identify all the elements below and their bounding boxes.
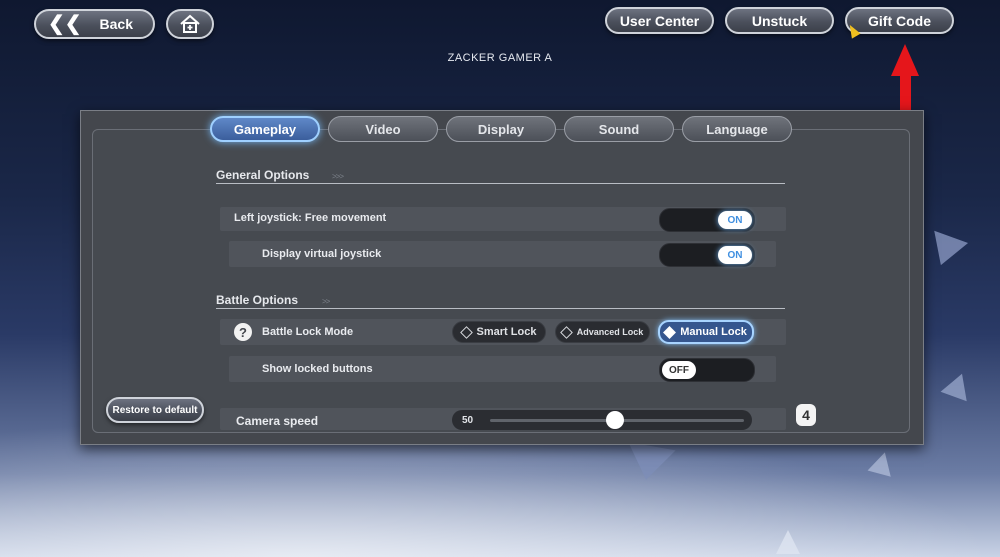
battle-lock-label: Battle Lock Mode (262, 326, 354, 338)
advanced-lock-label: Advanced Lock (576, 327, 644, 337)
section-divider (216, 308, 785, 309)
diamond-icon (663, 325, 677, 339)
show-locked-label: Show locked buttons (262, 363, 373, 375)
background-shard (940, 373, 978, 411)
back-arrow-icon: ❮❮ (48, 13, 82, 35)
step-badge: 4 (796, 404, 816, 426)
back-label: Back (99, 16, 133, 32)
chevron-right-icon: >> (322, 297, 330, 306)
user-center-button[interactable]: User Center (605, 7, 714, 34)
virtual-joystick-toggle[interactable]: ON (659, 243, 755, 267)
tab-video[interactable]: Video (328, 116, 438, 142)
settings-panel-inner (92, 129, 910, 433)
tab-language[interactable]: Language (682, 116, 792, 142)
camera-speed-label: Camera speed (236, 414, 319, 428)
slider-handle[interactable] (606, 411, 624, 429)
annotation-arrow-icon (891, 44, 919, 76)
section-divider (216, 183, 785, 184)
home-icon (180, 14, 200, 33)
camera-speed-value: 50 (462, 415, 474, 426)
general-options-title: General Options (216, 168, 310, 182)
home-button[interactable] (166, 9, 214, 39)
diamond-icon (459, 325, 473, 339)
gift-code-button[interactable]: Gift Code (845, 7, 954, 34)
manual-lock-label: Manual Lock (680, 326, 747, 338)
diamond-icon (559, 325, 573, 339)
restore-default-button[interactable]: Restore to default (106, 397, 204, 423)
toggle-knob: OFF (662, 361, 696, 379)
manual-lock-option[interactable]: Manual Lock (658, 320, 754, 344)
battle-options-title: Battle Options (216, 293, 299, 307)
back-button[interactable]: ❮❮ Back (34, 9, 155, 39)
chevron-right-icon: >>> (332, 172, 344, 181)
tab-gameplay[interactable]: Gameplay (210, 116, 320, 142)
player-name: ZACKER GAMER A (447, 52, 553, 64)
background-shard (776, 530, 800, 554)
unstuck-button[interactable]: Unstuck (725, 7, 834, 34)
tab-sound[interactable]: Sound (564, 116, 674, 142)
show-locked-toggle[interactable]: OFF (659, 358, 755, 382)
toggle-knob: ON (718, 246, 752, 264)
background-shard (923, 230, 969, 272)
left-joystick-toggle[interactable]: ON (659, 208, 755, 232)
left-joystick-label: Left joystick: Free movement (234, 212, 387, 224)
help-icon[interactable]: ? (234, 323, 252, 341)
settings-panel (80, 110, 924, 445)
advanced-lock-option[interactable]: Advanced Lock (555, 321, 650, 343)
smart-lock-option[interactable]: Smart Lock (452, 321, 546, 343)
virtual-joystick-label: Display virtual joystick (262, 248, 382, 260)
smart-lock-label: Smart Lock (476, 326, 537, 338)
toggle-knob: ON (718, 211, 752, 229)
tab-display[interactable]: Display (446, 116, 556, 142)
